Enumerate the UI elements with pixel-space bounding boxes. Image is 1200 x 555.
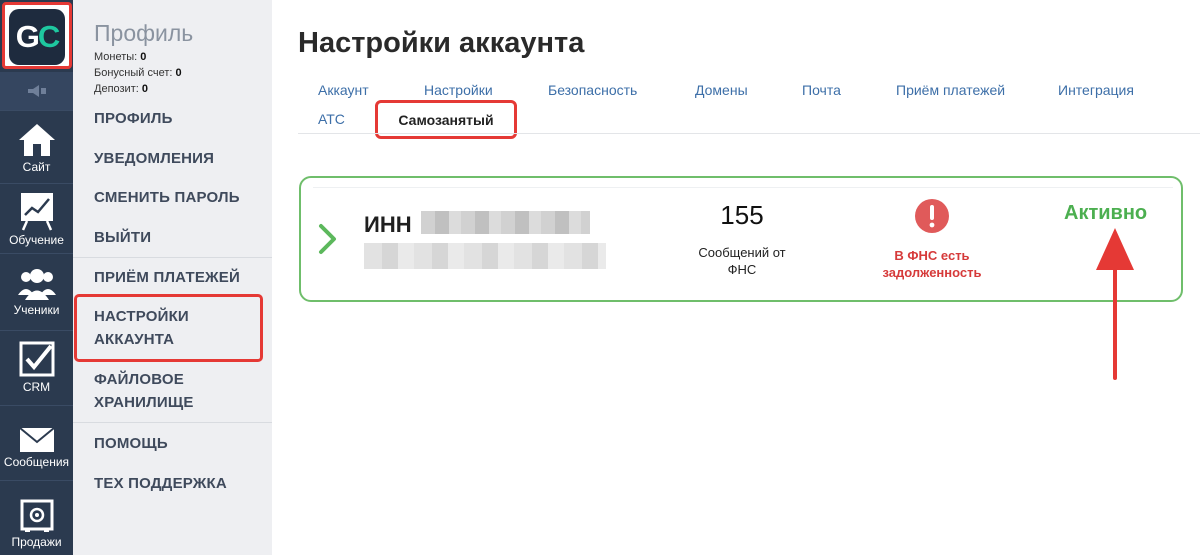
rail-item-crm[interactable]: CRM [0,330,73,400]
menu-item-payments[interactable]: ПРИЁМ ПЛАТЕЖЕЙ [94,266,240,289]
chevron-right-icon[interactable] [317,222,339,256]
logo-highlight-frame: GC [2,2,72,69]
speaker-icon [27,85,46,97]
menu-item-notifications[interactable]: УВЕДОМЛЕНИЯ [94,147,214,170]
stat-deposit: Депозит: 0 [94,83,148,95]
self-employed-status-card[interactable] [299,176,1183,302]
stat-coins-value: 0 [140,51,147,63]
tab-security[interactable]: Безопасность [548,82,637,98]
chart-board-icon [20,193,53,231]
taxpayer-name-redacted [364,243,606,269]
fns-debt-warning: В ФНС есть задолженность [882,248,982,280]
rail-label-site: Сайт [22,160,51,174]
stat-deposit-label: Депозит: [94,83,139,95]
tab-account[interactable]: Аккаунт [318,82,369,98]
warning-icon [915,199,949,233]
stat-deposit-value: 0 [141,83,148,95]
fns-messages-label: Сообщений от ФНС [698,245,786,277]
tab-mail[interactable]: Почта [802,82,841,98]
menu-item-file-storage[interactable]: ФАЙЛОВОЕ ХРАНИЛИЩЕ [94,368,194,414]
profile-menu-panel: Профиль Монеты: 0 Бонусный счет: 0 Депоз… [73,0,272,555]
rail-label-sales: Продажи [11,535,62,549]
safe-icon [20,499,53,532]
tab-payments[interactable]: Приём платежей [896,82,1005,98]
envelope-icon [18,427,55,452]
account-settings-highlight-frame [74,294,263,362]
rail-item-site[interactable]: Сайт [0,110,73,180]
stat-bonus-value: 0 [175,67,182,79]
inn-label: ИНН [364,212,412,237]
collapse-toggle[interactable] [0,72,73,110]
tab-domains[interactable]: Домены [695,82,748,98]
menu-divider [73,257,272,258]
status-badge: Активно [1064,202,1148,224]
menu-item-tech-support[interactable]: ТЕХ ПОДДЕРЖКА [94,472,227,495]
menu-divider [73,422,272,423]
rail-item-sales[interactable]: Продажи [0,480,73,555]
logo-letter-g: G [15,19,40,54]
logo[interactable]: GC [9,9,65,65]
stat-coins-label: Монеты: [94,51,138,63]
fns-messages-count[interactable]: 155 [700,200,784,231]
card-inner-divider [313,187,1173,188]
rail-item-learning[interactable]: Обучение [0,183,73,253]
rail-label-messages: Сообщения [3,455,70,469]
tab-integration[interactable]: Интеграция [1058,82,1134,98]
rail-label-crm: CRM [22,380,51,394]
inn-value-redacted [421,211,590,234]
stat-coins: Монеты: 0 [94,51,146,63]
rail-label-students: Ученики [13,303,60,317]
menu-item-profile[interactable]: ПРОФИЛЬ [94,107,173,130]
stat-bonus: Бонусный счет: 0 [94,67,182,79]
logo-letter-c: C [37,19,60,54]
rail-label-learning: Обучение [9,233,64,247]
arrow-up-icon [1096,228,1134,380]
checkbox-icon [19,341,54,377]
profile-title: Профиль [94,20,194,46]
tab-pbx[interactable]: АТС [318,111,345,127]
stat-bonus-label: Бонусный счет: [94,67,173,79]
tab-settings[interactable]: Настройки [424,82,493,98]
tabs-divider [298,133,1200,134]
house-icon [18,124,55,156]
rail-item-students[interactable]: Ученики [0,253,73,323]
icon-rail: GC Сайт Обучение Ученики CRM Сообщения П… [0,0,73,555]
rail-item-messages[interactable]: Сообщения [0,405,73,475]
menu-item-change-password[interactable]: СМЕНИТЬ ПАРОЛЬ [94,186,240,209]
users-icon [17,269,56,300]
menu-item-help[interactable]: ПОМОЩЬ [94,432,168,455]
menu-item-logout[interactable]: ВЫЙТИ [94,226,151,249]
page-title: Настройки аккаунта [298,27,585,59]
